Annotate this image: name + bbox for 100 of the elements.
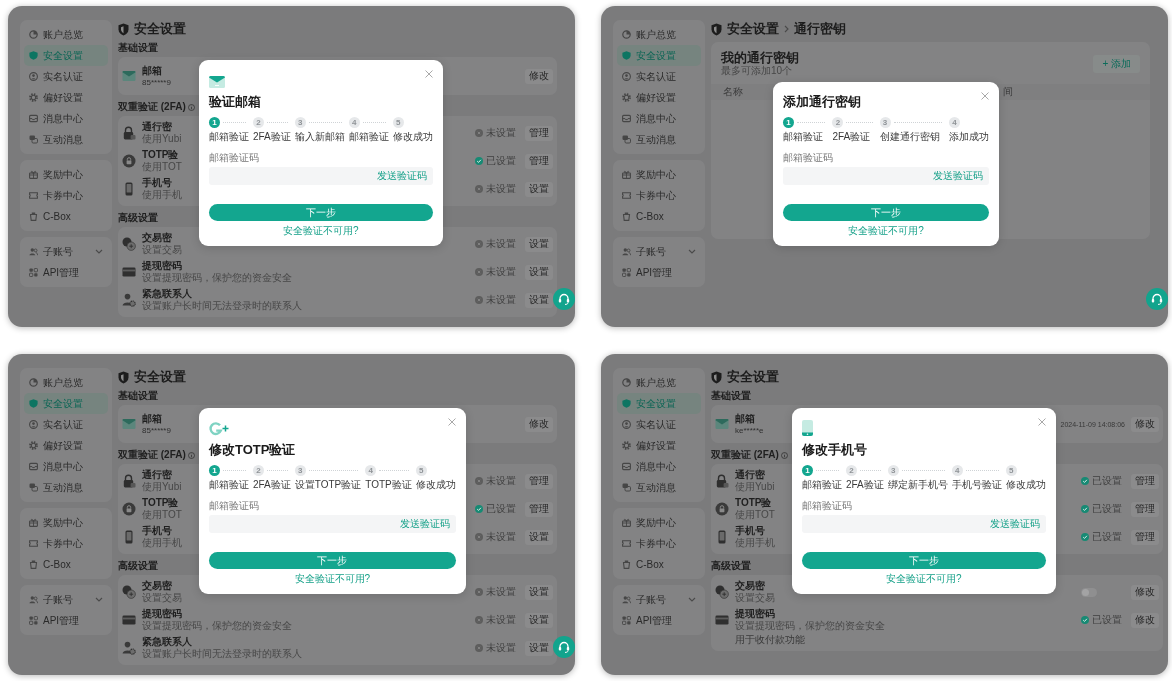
sidebar-item[interactable]: 实名认证: [617, 66, 701, 87]
code-input-field[interactable]: 发送验证码: [802, 515, 1046, 533]
sidebar-item[interactable]: 偏好设置: [24, 435, 108, 456]
sidebar-item[interactable]: API管理: [24, 262, 108, 283]
next-button[interactable]: 下一步: [802, 552, 1046, 569]
sidebar-item[interactable]: 账户总览: [24, 372, 108, 393]
close-icon[interactable]: [424, 70, 433, 78]
tray-icon: [29, 114, 38, 123]
sidebar-item[interactable]: 互动消息: [617, 129, 701, 150]
sidebar-item[interactable]: 互动消息: [617, 477, 701, 498]
sidebar-item[interactable]: 偏好设置: [24, 87, 108, 108]
code-input-field[interactable]: 发送验证码: [783, 167, 989, 185]
send-code-link[interactable]: 发送验证码: [399, 517, 450, 531]
sidebar-item[interactable]: C-Box: [617, 554, 701, 575]
action-button[interactable]: 设置: [525, 292, 553, 308]
chat-bubbles-icon: [622, 135, 631, 144]
sidebar-item[interactable]: 奖励中心: [617, 164, 701, 185]
sidebar-item[interactable]: 账户总览: [617, 24, 701, 45]
row-title: 手机号: [142, 177, 172, 189]
pie-chart-icon: [622, 30, 631, 39]
close-icon[interactable]: [447, 418, 456, 426]
sidebar-item[interactable]: 子账号: [617, 589, 701, 610]
action-button[interactable]: 修改: [1131, 612, 1159, 628]
cup-icon: [622, 560, 631, 569]
sidebar-item[interactable]: 偏好设置: [617, 435, 701, 456]
sidebar-item[interactable]: 奖励中心: [617, 512, 701, 533]
toggle-switch[interactable]: [1081, 587, 1097, 597]
sidebar-item[interactable]: 互动消息: [24, 477, 108, 498]
help-link[interactable]: 安全验证不可用?: [848, 225, 924, 237]
section-title: 双重验证 (2FA): [118, 101, 186, 113]
next-button[interactable]: 下一步: [209, 552, 456, 569]
sidebar-item[interactable]: 奖励中心: [24, 512, 108, 533]
step-label: TOTP验证: [365, 479, 412, 491]
action-button[interactable]: 修改: [1131, 584, 1159, 600]
dialog-title: 修改TOTP验证: [209, 442, 296, 458]
sidebar-item[interactable]: 消息中心: [617, 456, 701, 477]
sidebar-item[interactable]: 互动消息: [24, 129, 108, 150]
sidebar-item[interactable]: 账户总览: [24, 24, 108, 45]
action-button[interactable]: 设置: [525, 181, 553, 197]
sidebar-item[interactable]: API管理: [617, 610, 701, 631]
step-number: 3: [887, 465, 899, 476]
close-icon[interactable]: [981, 92, 989, 100]
next-button[interactable]: 下一步: [783, 204, 989, 221]
sidebar-item[interactable]: 卡券中心: [24, 185, 108, 206]
next-button[interactable]: 下一步: [209, 204, 433, 221]
action-button[interactable]: 设置: [525, 236, 553, 252]
action-button[interactable]: 修改: [525, 68, 553, 84]
sidebar-item[interactable]: 消息中心: [24, 108, 108, 129]
action-button[interactable]: 管理: [525, 153, 553, 169]
code-input-field[interactable]: 发送验证码: [209, 167, 433, 185]
row-title: 紧急联系人: [142, 636, 192, 648]
help-link[interactable]: 安全验证不可用?: [294, 573, 371, 585]
action-button[interactable]: 管理: [525, 125, 553, 141]
sidebar-item[interactable]: 账户总览: [617, 372, 701, 393]
send-code-link[interactable]: 发送验证码: [989, 517, 1040, 531]
sidebar-item[interactable]: 实名认证: [24, 414, 108, 435]
action-button[interactable]: 修改: [1131, 416, 1159, 432]
close-icon[interactable]: [1037, 418, 1046, 426]
envelope-icon: [122, 69, 136, 83]
action-button[interactable]: 管理: [525, 473, 553, 489]
breadcrumb-link[interactable]: 安全设置: [727, 21, 779, 37]
row-title: 交易密: [735, 580, 765, 592]
send-code-link[interactable]: 发送验证码: [376, 169, 427, 183]
sidebar-item[interactable]: 子账号: [24, 241, 108, 262]
help-link[interactable]: 安全验证不可用?: [283, 225, 359, 237]
sidebar-item[interactable]: 消息中心: [617, 108, 701, 129]
send-code-link[interactable]: 发送验证码: [933, 169, 983, 183]
sidebar-item[interactable]: 卡券中心: [617, 533, 701, 554]
sidebar-item[interactable]: 实名认证: [617, 414, 701, 435]
action-button[interactable]: 管理: [1131, 501, 1159, 517]
action-button[interactable]: 设置: [525, 264, 553, 280]
sidebar-item[interactable]: 卡券中心: [617, 185, 701, 206]
sidebar-item[interactable]: 实名认证: [24, 66, 108, 87]
sidebar-item[interactable]: API管理: [617, 262, 701, 283]
support-button[interactable]: [1146, 288, 1168, 310]
action-button[interactable]: 修改: [525, 416, 553, 432]
sidebar-item[interactable]: 奖励中心: [24, 164, 108, 185]
sidebar-item[interactable]: C-Box: [24, 206, 108, 227]
action-button[interactable]: 管理: [1131, 473, 1159, 489]
cup-icon: [29, 560, 38, 569]
support-button[interactable]: [553, 636, 575, 658]
action-button[interactable]: 管理: [525, 501, 553, 517]
sidebar-item[interactable]: 卡券中心: [24, 533, 108, 554]
sidebar-item[interactable]: C-Box: [617, 206, 701, 227]
code-input-field[interactable]: 发送验证码: [209, 515, 456, 533]
action-button[interactable]: 设置: [525, 640, 553, 656]
action-button[interactable]: 设置: [525, 612, 553, 628]
action-button[interactable]: 管理: [1131, 529, 1159, 545]
sidebar-item[interactable]: API管理: [24, 610, 108, 631]
step-label: 2FA验证: [846, 479, 884, 491]
row-title: TOTP验: [142, 149, 179, 161]
support-button[interactable]: [553, 288, 575, 310]
sidebar-item[interactable]: 子账号: [617, 241, 701, 262]
sidebar-item[interactable]: 消息中心: [24, 456, 108, 477]
action-button[interactable]: 设置: [525, 584, 553, 600]
help-link[interactable]: 安全验证不可用?: [886, 573, 962, 585]
sidebar-item[interactable]: 子账号: [24, 589, 108, 610]
sidebar-item[interactable]: 偏好设置: [617, 87, 701, 108]
sidebar-item[interactable]: C-Box: [24, 554, 108, 575]
action-button[interactable]: 设置: [525, 529, 553, 545]
